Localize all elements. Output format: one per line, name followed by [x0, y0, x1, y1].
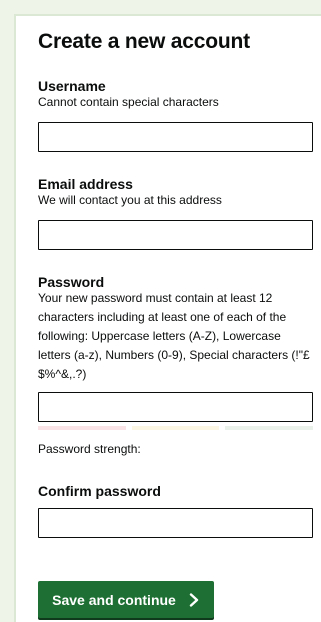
- password-strength-meter: [38, 426, 314, 430]
- confirm-password-input[interactable]: [38, 508, 313, 538]
- strength-segment-medium: [131, 426, 220, 430]
- save-and-continue-button[interactable]: Save and continue: [38, 581, 214, 618]
- username-input[interactable]: [38, 122, 313, 152]
- email-label: Email address: [38, 176, 133, 192]
- strength-segment-strong: [225, 426, 314, 430]
- strength-segment-weak: [38, 426, 126, 430]
- password-label: Password: [38, 274, 105, 290]
- form-card: Create a new account Username Cannot con…: [14, 14, 321, 622]
- email-input[interactable]: [38, 220, 313, 250]
- password-strength-label: Password strength:: [38, 442, 141, 456]
- password-input[interactable]: [38, 392, 313, 422]
- save-and-continue-label: Save and continue: [52, 591, 176, 608]
- username-hint: Cannot contain special characters: [38, 95, 219, 109]
- email-hint: We will contact you at this address: [38, 193, 222, 207]
- chevron-right-icon: [189, 592, 199, 607]
- username-label: Username: [38, 78, 106, 94]
- confirm-password-label: Confirm password: [38, 483, 161, 499]
- password-hint: Your new password must contain at least …: [38, 291, 310, 381]
- page-title: Create a new account: [38, 30, 250, 53]
